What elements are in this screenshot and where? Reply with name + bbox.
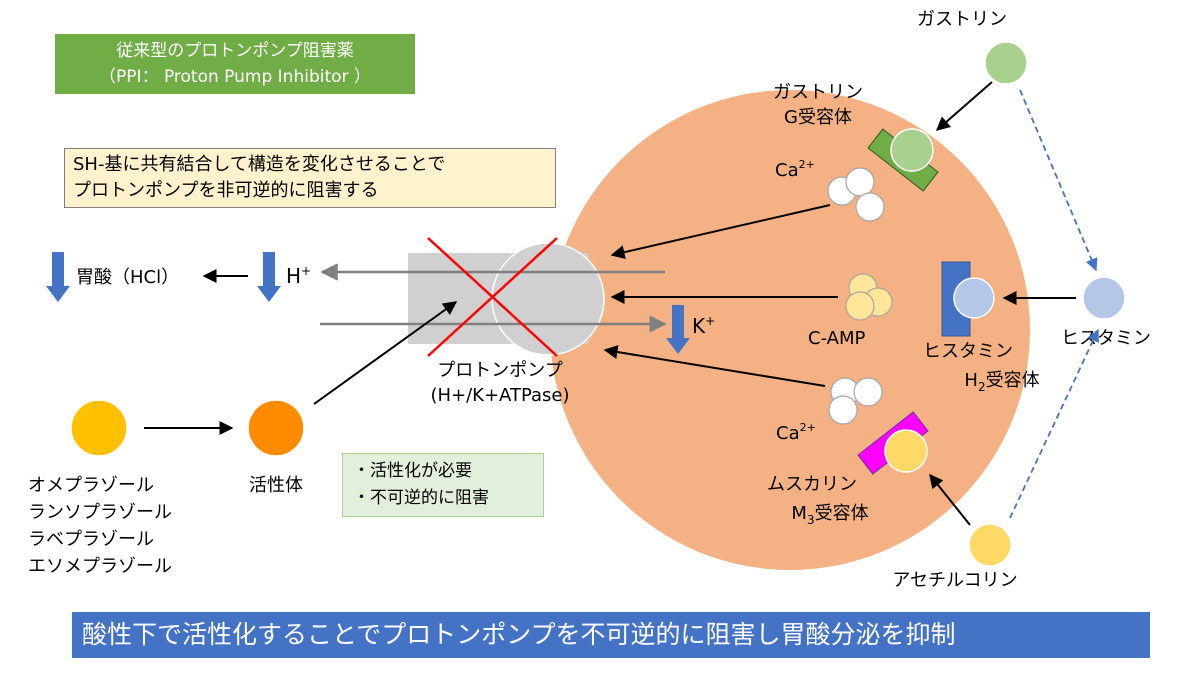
proton-pump-subtitle: (H+/K+ATPase)	[430, 385, 569, 406]
stomach-acid-label: 胃酸（HCl）	[76, 267, 179, 288]
gastrin-to-histamine-dashed-arrow	[1019, 89, 1098, 272]
histamine-ligand	[1082, 276, 1126, 320]
active-form-label: 活性体	[249, 475, 303, 496]
gastrin-receptor-label-2: G受容体	[784, 107, 852, 128]
acetylcholine-ligand-label: アセチルコリン	[892, 570, 1017, 591]
gastrin-receptor-label-1: ガストリン	[773, 82, 863, 103]
m3-receptor-label-1: ムスカリン	[767, 474, 857, 495]
prodrug-name-1: オメプラゾール	[28, 475, 154, 496]
title-box: 従来型のプロトンポンプ阻害薬 （PPI： Proton Pump Inhibit…	[55, 34, 415, 94]
mechanism-line-1: SH-基に共有結合して構造を変化させることで	[73, 154, 446, 175]
gastrin-binding-arrow	[935, 81, 993, 131]
gastrin-ligand-label: ガストリン	[917, 9, 1007, 30]
h-plus-down-arrow	[257, 252, 281, 302]
camp-label: C-AMP	[808, 328, 866, 349]
prodrug-name-3: ラベプラゾール	[28, 529, 154, 550]
m3-receptor-label-2: M3受容体	[791, 503, 868, 527]
summary-banner: 酸性下で活性化することでプロトンポンプを不可逆的に阻害し胃酸分泌を抑制	[72, 612, 1150, 658]
h-plus-label: H+	[286, 264, 311, 288]
prodrug-name-2: ランソプラゾール	[28, 502, 172, 523]
notes-box: ・活性化が必要 ・不可逆的に阻害	[342, 453, 544, 517]
histamine-bound-circle	[953, 277, 995, 319]
h2-receptor-label-2: H2受容体	[964, 370, 1039, 394]
active-form-circle	[247, 399, 305, 457]
acetylcholine-bound-circle	[884, 429, 928, 473]
prodrug-name-4: エソメプラゾール	[28, 556, 172, 577]
h2-receptor-label-1: ヒスタミン	[923, 341, 1013, 362]
gastrin-bound-circle	[890, 128, 934, 172]
proton-pump-label: プロトンポンプ	[437, 360, 562, 381]
mechanism-line-2: プロトンポンプを非可逆的に阻害する	[73, 180, 379, 201]
summary-text: 酸性下で活性化することでプロトンポンプを不可逆的に阻害し胃酸分泌を抑制	[82, 620, 956, 649]
proton-pump	[491, 242, 605, 356]
note-item: ・不可逆的に阻害	[353, 488, 489, 508]
title-line-1: 従来型のプロトンポンプ阻害薬	[116, 41, 354, 61]
histamine-ligand-label: ヒスタミン	[1061, 328, 1151, 349]
note-item: ・活性化が必要	[353, 461, 472, 481]
diagram-canvas: 胃酸（HCl） H+ K+ プロトンポンプ (H+/K+ATPase) 活性体 …	[28, 9, 1151, 591]
title-line-2: （PPI： Proton Pump Inhibitor ）	[99, 67, 371, 87]
acetylcholine-ligand	[968, 523, 1012, 567]
gastrin-ligand	[984, 41, 1028, 85]
mechanism-box: SH-基に共有結合して構造を変化させることで プロトンポンプを非可逆的に阻害する	[64, 148, 556, 208]
stomach-acid-down-arrow	[46, 252, 70, 302]
prodrug-circle	[70, 399, 128, 457]
ppi-mechanism-diagram: 胃酸（HCl） H+ K+ プロトンポンプ (H+/K+ATPase) 活性体 …	[0, 0, 1200, 675]
